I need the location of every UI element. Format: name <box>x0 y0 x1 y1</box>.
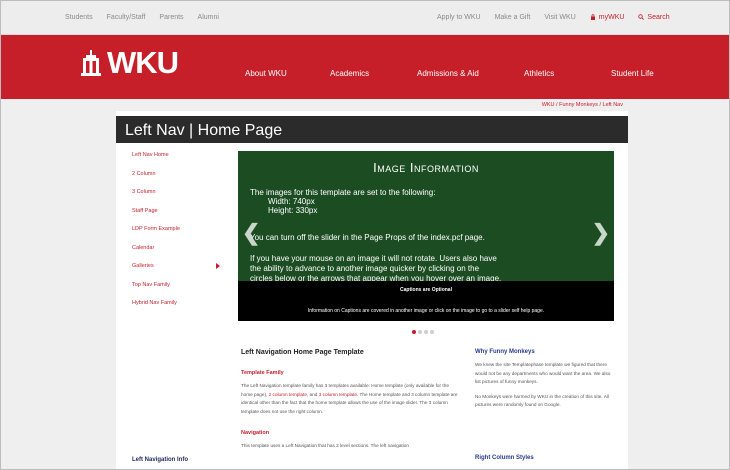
left-nav-info-heading: Left Navigation Info <box>132 457 188 463</box>
caption-title: Captions are Optional <box>400 287 452 293</box>
slider-caption: Captions are Optional Information on Cap… <box>238 281 614 321</box>
link-3-column-template[interactable]: 3 column template <box>319 392 357 397</box>
article-heading: Left Navigation Home Page Template <box>241 349 364 356</box>
audience-links: Students Faculty/Staff Parents Alumni <box>65 14 219 21</box>
left-navigation: Left Nav Home 2 Column 3 Column Staff Pa… <box>116 151 236 318</box>
slider-text-line: The images for this template are set to … <box>250 188 436 197</box>
nav-about[interactable]: About WKU <box>245 69 287 78</box>
slider-dot[interactable] <box>430 330 434 334</box>
link-faculty-staff[interactable]: Faculty/Staff <box>107 14 146 21</box>
leftnav-item-top-nav[interactable]: Top Nav Family <box>116 281 236 300</box>
slider-text-line: If you have your mouse on an image it wi… <box>250 254 497 263</box>
caption-text: Information on Captions are covered in a… <box>307 308 545 314</box>
link-make-gift[interactable]: Make a Gift <box>495 14 531 21</box>
site-header: WKU About WKU Academics Admissions & Aid… <box>1 35 729 99</box>
family-text-part: , and <box>306 391 318 397</box>
slider-text-line: Height: 330px <box>268 206 318 215</box>
slider-text-line: You can turn off the slider in the Page … <box>250 233 485 242</box>
action-links: Apply to WKU Make a Gift Visit WKU myWKU… <box>437 14 670 21</box>
leftnav-item-3-column[interactable]: 3 Column <box>116 188 236 207</box>
link-students[interactable]: Students <box>65 14 93 21</box>
leftnav-item-galleries-label: Galleries <box>132 263 154 269</box>
slider-title: Image Information <box>373 160 479 175</box>
mywku-link[interactable]: myWKU <box>590 14 625 21</box>
slider-dot[interactable] <box>418 330 422 334</box>
slider-prev-arrow-icon[interactable]: ❮ <box>242 220 260 246</box>
mywku-label: myWKU <box>598 14 625 21</box>
browser-page: Students Faculty/Staff Parents Alumni Ap… <box>0 0 730 470</box>
caret-right-icon <box>216 263 220 269</box>
leftnav-item-hybrid-nav[interactable]: Hybrid Nav Family <box>116 299 236 318</box>
leftnav-item-2-column[interactable]: 2 Column <box>116 170 236 189</box>
lock-icon <box>590 14 595 20</box>
slider-dot[interactable] <box>412 330 416 334</box>
right-col-text: No Monkeys were harmed by WKU in the cre… <box>475 393 609 408</box>
main-navigation: About WKU Academics Admissions & Aid Ath… <box>1 69 729 83</box>
link-parents[interactable]: Parents <box>159 14 183 21</box>
right-column-styles-heading: Right Column Styles <box>475 455 534 461</box>
leftnav-item-staff-page[interactable]: Staff Page <box>116 207 236 226</box>
link-alumni[interactable]: Alumni <box>198 14 219 21</box>
image-slider[interactable]: Image Information The images for this te… <box>238 151 614 321</box>
leftnav-item-ldp-form[interactable]: LDP Form Example <box>116 225 236 244</box>
right-col-text: We knew the site Templatephase template … <box>475 362 611 384</box>
template-family-heading: Template Family <box>241 370 284 376</box>
search-icon <box>638 14 645 20</box>
leftnav-item-calendar[interactable]: Calendar <box>116 244 236 263</box>
leftnav-item-galleries[interactable]: Galleries <box>116 262 236 281</box>
link-apply[interactable]: Apply to WKU <box>437 14 481 21</box>
utility-bar: Students Faculty/Staff Parents Alumni Ap… <box>1 1 729 35</box>
why-funny-monkeys-heading: Why Funny Monkeys <box>475 349 535 355</box>
breadcrumb[interactable]: WKU / Funny Monkeys / Left Nav <box>542 102 623 108</box>
template-family-text: The Left Navigation template family has … <box>241 382 461 416</box>
link-2-column-template[interactable]: 2 column template <box>269 392 307 397</box>
search-label: Search <box>647 14 670 21</box>
nav-athletics[interactable]: Athletics <box>524 69 554 78</box>
nav-student-life[interactable]: Student Life <box>611 69 654 78</box>
navigation-heading: Navigation <box>241 430 270 436</box>
leftnav-item-home[interactable]: Left Nav Home <box>116 151 236 170</box>
page-content: Left Nav | Home Page Left Nav Home 2 Col… <box>116 111 628 469</box>
slider-text-line: Width: 740px <box>268 197 315 206</box>
main-article: Left Navigation Home Page Template Templ… <box>241 349 461 451</box>
page-title: Left Nav | Home Page <box>116 116 628 143</box>
slider-dot[interactable] <box>424 330 428 334</box>
slider-dots <box>412 330 434 334</box>
navigation-text: This template uses a Left Navigation tha… <box>241 443 409 448</box>
search-link[interactable]: Search <box>638 14 670 21</box>
nav-admissions[interactable]: Admissions & Aid <box>417 69 479 78</box>
link-visit[interactable]: Visit WKU <box>544 14 575 21</box>
slider-next-arrow-icon[interactable]: ❯ <box>592 220 610 246</box>
slider-text-line: the ability to advance to another image … <box>250 264 480 273</box>
right-column: Why Funny Monkeys We knew the site Templ… <box>475 349 615 410</box>
nav-academics[interactable]: Academics <box>330 69 369 78</box>
